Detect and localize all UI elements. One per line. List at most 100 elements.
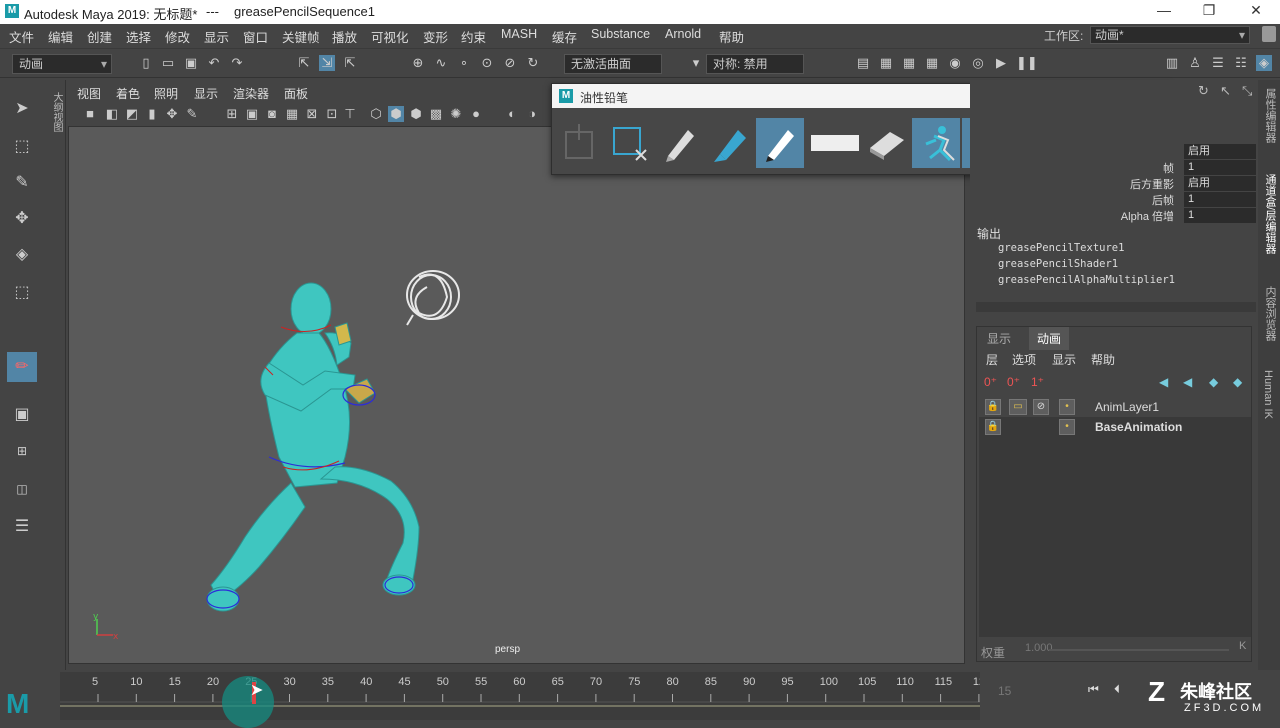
- menu-edit[interactable]: 编辑: [48, 27, 73, 46]
- redo-icon[interactable]: ↷: [229, 55, 245, 71]
- ghost-previous-button[interactable]: [912, 118, 960, 168]
- scale-tool-icon[interactable]: ⬚: [7, 278, 37, 308]
- snap-point-icon[interactable]: ∘: [456, 55, 472, 71]
- step-back-icon[interactable]: ⏴: [1114, 682, 1120, 697]
- field-chart-icon[interactable]: ⊠: [304, 106, 320, 122]
- lock-icon[interactable]: [1262, 26, 1276, 42]
- workspace-dropdown[interactable]: 动画* ▾: [1090, 26, 1250, 44]
- isolate-icon[interactable]: ◐: [504, 106, 520, 122]
- pencil-button[interactable]: [656, 118, 704, 168]
- snap-surface-icon[interactable]: ⊘: [502, 55, 518, 71]
- menu-cache[interactable]: 缓存: [552, 27, 577, 46]
- vp-menu-lighting[interactable]: 照明: [154, 85, 178, 102]
- bookmark-icon[interactable]: ◩: [124, 106, 140, 122]
- pause-icon[interactable]: ❚❚: [1016, 55, 1038, 71]
- channel-box-icon[interactable]: ◈: [1256, 55, 1272, 71]
- undo-icon[interactable]: ↶: [206, 55, 222, 71]
- attr-value[interactable]: 1: [1184, 192, 1256, 207]
- zero-weight-icon[interactable]: 0⁺: [1007, 375, 1020, 389]
- new-layer-icon[interactable]: ◆: [1209, 375, 1218, 389]
- marker-button[interactable]: [706, 118, 754, 168]
- film-gate-icon[interactable]: ▣: [244, 106, 260, 122]
- mute-icon[interactable]: ▭: [1009, 399, 1027, 415]
- menu-set-dropdown[interactable]: 动画 ▾: [12, 54, 112, 74]
- menu-mash[interactable]: MASH: [501, 27, 537, 41]
- delete-frame-button[interactable]: [606, 118, 654, 168]
- zero-key-icon[interactable]: 0⁺: [984, 375, 997, 389]
- resolution-gate-icon[interactable]: ◙: [264, 106, 280, 122]
- render-frame-icon[interactable]: ▦: [878, 55, 894, 71]
- four-view-icon[interactable]: ⊞: [7, 436, 37, 466]
- outliner-strip[interactable]: 大纲视图: [46, 80, 66, 670]
- safe-action-icon[interactable]: ⊡: [324, 106, 340, 122]
- render-view-icon[interactable]: ▤: [855, 55, 871, 71]
- tab-content-browser[interactable]: 内容浏览器: [1262, 286, 1278, 341]
- select-component-icon[interactable]: ⇱: [342, 55, 358, 71]
- hypershade-icon[interactable]: ◉: [947, 55, 963, 71]
- open-scene-icon[interactable]: ▭: [160, 55, 176, 71]
- rotate-tool-icon[interactable]: ◈: [7, 240, 37, 270]
- xray-icon[interactable]: ◑: [524, 106, 540, 122]
- minimize-button[interactable]: —: [1154, 2, 1174, 20]
- arrow-icon[interactable]: ↖: [1220, 83, 1231, 99]
- paint-select-icon[interactable]: ✎: [7, 168, 37, 198]
- arnold-render-icon[interactable]: ◎: [970, 55, 986, 71]
- output-node[interactable]: greasePencilShader1: [998, 258, 1118, 270]
- chevron-down-icon[interactable]: ▾: [688, 55, 704, 71]
- lock-icon[interactable]: 🔒: [985, 419, 1001, 435]
- select-object-icon[interactable]: ⇲: [319, 55, 335, 71]
- full-weight-icon[interactable]: 1⁺: [1031, 375, 1044, 389]
- layer-active-dot-icon[interactable]: •: [1059, 419, 1075, 435]
- new-layer-selected-icon[interactable]: ◆: [1233, 375, 1242, 389]
- eraser-button[interactable]: [862, 118, 910, 168]
- vp-menu-show[interactable]: 显示: [194, 85, 218, 102]
- vp-menu-renderer[interactable]: 渲染器: [233, 85, 269, 102]
- tool-settings-icon[interactable]: ☷: [1233, 55, 1249, 71]
- time-slider[interactable]: 5101520253035404550556065707580859095100…: [60, 672, 985, 728]
- layer-name[interactable]: BaseAnimation: [1095, 420, 1182, 434]
- layer-row[interactable]: 🔒 • BaseAnimation: [979, 417, 1251, 437]
- weight-slider[interactable]: [1049, 649, 1229, 651]
- menu-display[interactable]: 显示: [204, 27, 229, 46]
- menu-substance[interactable]: Substance: [591, 27, 650, 41]
- attr-value[interactable]: 1: [1184, 208, 1256, 223]
- snap-live-icon[interactable]: ↻: [525, 55, 541, 71]
- close-button[interactable]: ✕: [1246, 2, 1266, 20]
- layer-active-dot-icon[interactable]: •: [1059, 399, 1075, 415]
- menu-visualize[interactable]: 可视化: [371, 27, 409, 46]
- snap-curve-icon[interactable]: ∿: [433, 55, 449, 71]
- shadows-icon[interactable]: ●: [468, 106, 484, 122]
- snap-view-icon[interactable]: ⊙: [479, 55, 495, 71]
- solo-icon[interactable]: ⊘: [1033, 399, 1049, 415]
- output-node[interactable]: greasePencilTexture1: [998, 242, 1124, 254]
- move-up-icon[interactable]: ◀: [1159, 375, 1168, 389]
- symmetry-field[interactable]: 对称: 禁用: [706, 54, 804, 74]
- wireframe-on-shaded-icon[interactable]: ⬢: [408, 106, 424, 122]
- weight-value[interactable]: 1.000: [1025, 642, 1053, 654]
- menu-playback[interactable]: 播放: [332, 27, 357, 46]
- soft-pencil-button[interactable]: [756, 118, 804, 168]
- snap-grid-icon[interactable]: ⊕: [410, 55, 426, 71]
- tab-animation[interactable]: 动画: [1029, 327, 1070, 350]
- single-view-icon[interactable]: ▣: [7, 400, 37, 430]
- arnold-ipr-icon[interactable]: ▶: [993, 55, 1009, 71]
- select-hierarchy-icon[interactable]: ⇱: [296, 55, 312, 71]
- grease-pencil-icon[interactable]: ✎: [184, 106, 200, 122]
- save-scene-icon[interactable]: ▣: [183, 55, 199, 71]
- camera-attr-icon[interactable]: ◧: [104, 106, 120, 122]
- tab-channel-box[interactable]: 通道盒/层编辑器: [1262, 174, 1278, 254]
- select-tool-icon[interactable]: ➤: [7, 94, 37, 124]
- two-view-icon[interactable]: ◫: [7, 474, 37, 504]
- human-ik-icon[interactable]: ♙: [1187, 55, 1203, 71]
- layer-menu-options[interactable]: 选项: [1012, 351, 1036, 368]
- line-width-button[interactable]: [808, 118, 862, 168]
- image-plane-icon[interactable]: ▮: [144, 106, 160, 122]
- tab-human-ik[interactable]: Human IK: [1262, 370, 1274, 419]
- output-node[interactable]: greasePencilAlphaMultiplier1: [998, 274, 1175, 286]
- menu-constrain[interactable]: 约束: [461, 27, 486, 46]
- vp-menu-shading[interactable]: 着色: [116, 85, 140, 102]
- layer-menu-help[interactable]: 帮助: [1091, 351, 1115, 368]
- refresh-icon[interactable]: ↻: [1198, 83, 1209, 99]
- attribute-editor-icon[interactable]: ☰: [1210, 55, 1226, 71]
- splitter[interactable]: [976, 302, 1256, 312]
